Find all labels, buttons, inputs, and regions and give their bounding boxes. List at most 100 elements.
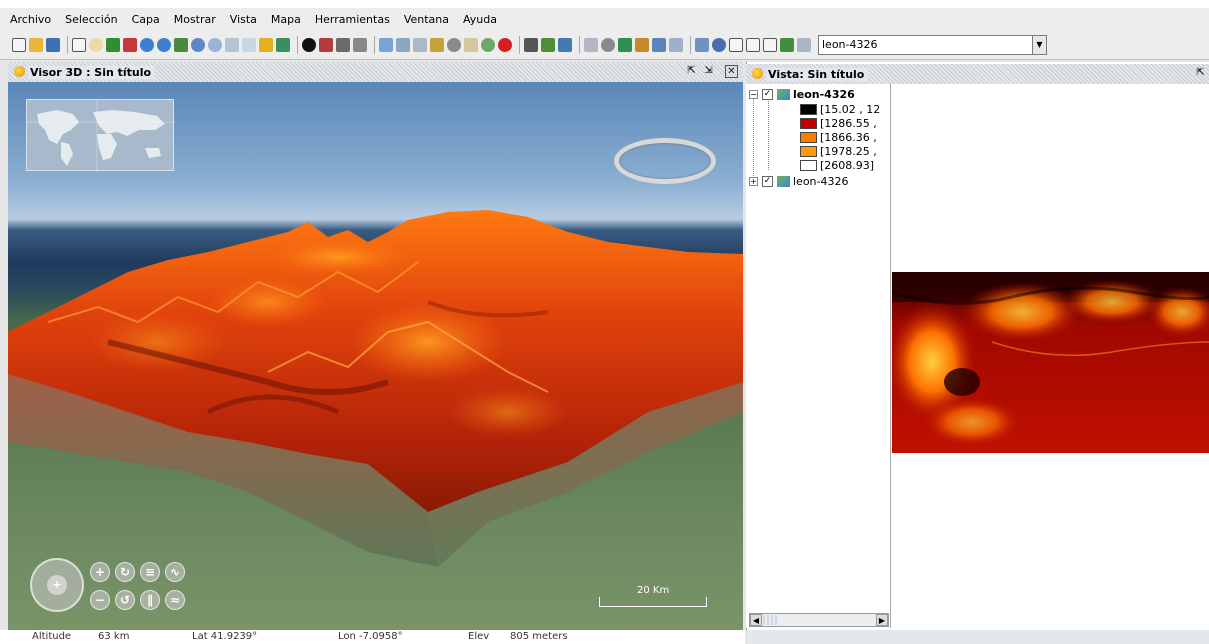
legend-item: [1978.25 , <box>800 145 877 158</box>
map-frame-icon[interactable] <box>276 37 290 52</box>
menu-mostrar[interactable]: Mostrar <box>174 13 216 26</box>
info-icon[interactable] <box>302 37 316 52</box>
zoom-next-icon[interactable] <box>242 37 256 52</box>
viewer3d-title: Visor 3D : Sin título <box>28 65 156 79</box>
flight-icon[interactable] <box>635 37 649 52</box>
select-buffer-icon[interactable] <box>447 37 461 52</box>
copy-icon[interactable] <box>72 37 86 52</box>
area-icon[interactable] <box>336 37 350 52</box>
toolbar-separator <box>297 35 298 54</box>
map-canvas[interactable] <box>892 272 1209 453</box>
terrain-flatten-button[interactable]: ≈ <box>165 590 185 610</box>
edit-layer-icon[interactable] <box>780 37 794 52</box>
terrain-exaggerate-button[interactable]: ∿ <box>165 562 185 582</box>
zoom-layer-icon[interactable] <box>123 37 137 52</box>
layer-name: leon-4326 <box>793 88 855 101</box>
legend-label: [15.02 , 12 <box>820 103 881 116</box>
layer-visibility-checkbox[interactable]: ✓ <box>762 89 773 100</box>
add-layer-icon[interactable] <box>541 37 555 52</box>
legend-item: [1866.36 , <box>800 131 877 144</box>
chevron-down-icon[interactable]: ▼ <box>1032 35 1046 54</box>
toolbar-separator <box>690 35 691 54</box>
measure-icon[interactable] <box>319 37 333 52</box>
legend-swatch <box>800 132 817 143</box>
toolbar: leon-4326 ▼ <box>0 30 1209 60</box>
locator-icon[interactable] <box>259 37 273 52</box>
terrain-icon[interactable] <box>618 37 632 52</box>
select-polygon-icon[interactable] <box>413 37 427 52</box>
open-folder-icon[interactable] <box>29 37 43 52</box>
view2d-title: Vista: Sin título <box>766 67 869 81</box>
zoom-previous-icon[interactable] <box>208 37 222 52</box>
toc-horizontal-scrollbar[interactable]: ◀ ▶ <box>749 613 889 627</box>
menu-ventana[interactable]: Ventana <box>404 13 449 26</box>
world-minimap[interactable] <box>26 99 175 172</box>
zoom-out-icon[interactable] <box>157 37 171 52</box>
restore-icon[interactable]: ⇱ <box>1194 67 1207 80</box>
toc-layer-row[interactable]: − ✓ leon-4326 <box>749 88 855 101</box>
menu-ayuda[interactable]: Ayuda <box>463 13 497 26</box>
menu-mapa[interactable]: Mapa <box>271 13 301 26</box>
zoom-back-icon[interactable] <box>225 37 239 52</box>
scroll-thumb[interactable] <box>763 615 779 625</box>
3d-options-icon[interactable] <box>584 37 598 52</box>
legend-item: [15.02 , 12 <box>800 103 880 116</box>
search-icon[interactable] <box>712 37 726 52</box>
tilt-down-button[interactable]: ∥ <box>140 590 160 610</box>
zoom-out-button[interactable]: − <box>90 590 110 610</box>
raster-layer-icon <box>777 89 790 100</box>
menu-herramientas[interactable]: Herramientas <box>315 13 390 26</box>
pan-center-icon[interactable]: + <box>47 575 67 595</box>
camera-icon[interactable] <box>652 37 666 52</box>
collapse-icon[interactable]: − <box>749 90 758 99</box>
sphere-icon[interactable] <box>601 37 615 52</box>
tools-icon[interactable] <box>524 37 538 52</box>
hyperlink-icon[interactable] <box>353 37 367 52</box>
restore-icon[interactable]: ⇱ <box>685 65 698 78</box>
gvsig-window: Archivo Selección Capa Mostrar Vista Map… <box>0 0 1209 644</box>
invert-selection-icon[interactable] <box>481 37 495 52</box>
legend-swatch <box>800 118 817 129</box>
tilt-up-button[interactable]: ≡ <box>140 562 160 582</box>
close-icon[interactable]: ✕ <box>725 65 738 78</box>
scroll-right-icon[interactable]: ▶ <box>876 614 888 626</box>
view2d-titlebar[interactable]: Vista: Sin título ⇱ <box>746 64 1209 84</box>
select-circle-icon[interactable] <box>430 37 444 52</box>
layer-selector[interactable]: leon-4326 ▼ <box>818 34 1047 55</box>
zoom-full-icon[interactable] <box>106 37 120 52</box>
rotate-reverse-button[interactable]: ↺ <box>115 590 135 610</box>
select-area-icon[interactable] <box>464 37 478 52</box>
menu-capa[interactable]: Capa <box>132 13 160 26</box>
toc-layer-row[interactable]: + ✓ leon-4326 <box>749 175 849 188</box>
viewer3d-titlebar[interactable]: Visor 3D : Sin título ⇱ ⇲ ✕ <box>8 62 743 82</box>
clear-selection-icon[interactable] <box>498 37 512 52</box>
select-rect-icon[interactable] <box>396 37 410 52</box>
expand-icon[interactable]: + <box>749 177 758 186</box>
zoom-select-icon[interactable] <box>191 37 205 52</box>
screenshot-icon[interactable] <box>669 37 683 52</box>
menu-vista[interactable]: Vista <box>230 13 257 26</box>
layers-icon[interactable] <box>174 37 188 52</box>
save-icon[interactable] <box>46 37 60 52</box>
new-file-icon[interactable] <box>12 37 26 52</box>
menu-archivo[interactable]: Archivo <box>10 13 51 26</box>
zoom-in-icon[interactable] <box>140 37 154 52</box>
altitude-value: 63 km <box>98 631 130 642</box>
pan-hand-icon[interactable] <box>89 37 103 52</box>
scroll-left-icon[interactable]: ◀ <box>750 614 762 626</box>
rotate-button[interactable]: ↻ <box>115 562 135 582</box>
gvsig-sun-icon <box>14 66 25 77</box>
layer-visibility-checkbox[interactable]: ✓ <box>762 176 773 187</box>
menu-seleccion[interactable]: Selección <box>65 13 117 26</box>
table-icon[interactable] <box>729 37 743 52</box>
viewer3d-canvas[interactable]: + + ↻ ≡ ∿ − ↺ ∥ ≈ 20 Km <box>8 82 743 630</box>
select-icon[interactable] <box>379 37 393 52</box>
grid-icon[interactable] <box>763 37 777 52</box>
zoom-in-button[interactable]: + <box>90 562 110 582</box>
maximize-icon[interactable]: ⇲ <box>702 65 715 78</box>
table-of-contents: − ✓ leon-4326 [15.02 , 12 [1286.55 , [18… <box>746 84 891 628</box>
compass-ring[interactable] <box>614 138 716 184</box>
properties-icon[interactable] <box>746 37 760 52</box>
export-icon[interactable] <box>558 37 572 52</box>
document-icon[interactable] <box>695 37 709 52</box>
